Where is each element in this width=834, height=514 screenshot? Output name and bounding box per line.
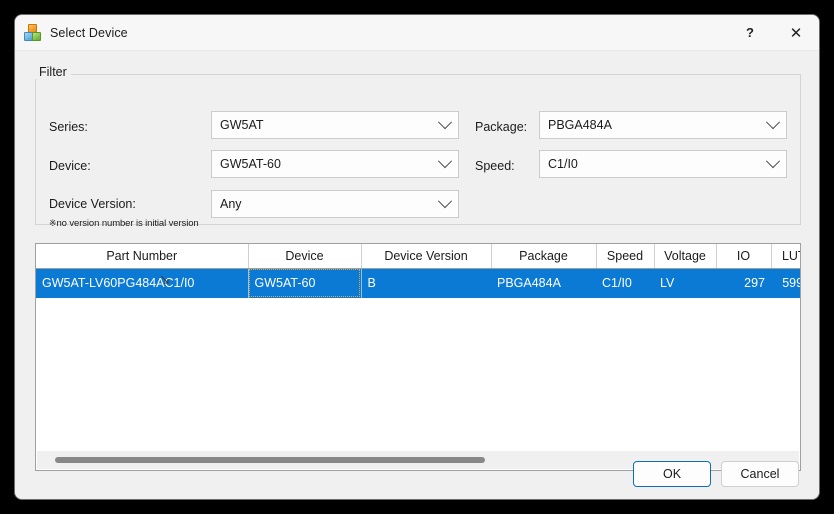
- ok-button[interactable]: OK: [633, 461, 711, 487]
- speed-value: C1/I0: [548, 157, 578, 171]
- device-combobox[interactable]: GW5AT-60: [211, 150, 459, 178]
- column-header-io[interactable]: IO: [716, 244, 772, 269]
- cell-speed[interactable]: C1/I0: [596, 268, 654, 298]
- cell-device[interactable]: GW5AT-60: [247, 268, 362, 298]
- select-device-dialog: Select Device ? ✕ Filter Series: GW5AT D…: [14, 14, 820, 500]
- package-combobox[interactable]: PBGA484A: [539, 111, 787, 139]
- cancel-button[interactable]: Cancel: [721, 461, 799, 487]
- chevron-down-icon: [760, 151, 786, 177]
- device-results-table[interactable]: Part Number Device Device Version Packag…: [35, 243, 801, 471]
- column-header-package[interactable]: Package: [491, 244, 597, 269]
- package-label: Package:: [475, 120, 528, 134]
- chevron-down-icon: [432, 191, 458, 217]
- column-header-lut[interactable]: LUT: [771, 244, 800, 269]
- device-value: GW5AT-60: [220, 157, 281, 171]
- cubes-icon: [24, 23, 42, 42]
- table-row[interactable]: GW5AT-LV60PG484AC1/I0 GW5AT-60 B PBGA484…: [36, 268, 800, 298]
- column-header-device[interactable]: Device: [248, 244, 362, 269]
- cell-device-version[interactable]: B: [361, 268, 491, 298]
- speed-combobox[interactable]: C1/I0: [539, 150, 787, 178]
- window-controls: ? ✕: [727, 15, 819, 50]
- filter-group-label: Filter: [35, 65, 71, 79]
- column-header-part-number[interactable]: Part Number: [36, 244, 249, 269]
- device-version-value: Any: [220, 197, 242, 211]
- results-grid: Part Number Device Device Version Packag…: [36, 244, 800, 298]
- device-version-note: ※no version number is initial version: [49, 218, 199, 229]
- series-label: Series:: [49, 120, 88, 134]
- cell-lut[interactable]: 5990: [771, 268, 800, 298]
- column-header-device-version[interactable]: Device Version: [361, 244, 492, 269]
- column-header-voltage[interactable]: Voltage: [654, 244, 717, 269]
- chevron-down-icon: [432, 112, 458, 138]
- help-button[interactable]: ?: [727, 15, 773, 50]
- cell-io[interactable]: 297: [716, 268, 771, 298]
- window-title: Select Device: [50, 25, 128, 40]
- series-combobox[interactable]: GW5AT: [211, 111, 459, 139]
- speed-label: Speed:: [475, 159, 515, 173]
- chevron-down-icon: [760, 112, 786, 138]
- device-version-label: Device Version:: [49, 197, 136, 211]
- cell-voltage[interactable]: LV: [654, 268, 716, 298]
- device-label: Device:: [49, 159, 91, 173]
- cell-package[interactable]: PBGA484A: [491, 268, 596, 298]
- cell-part-number[interactable]: GW5AT-LV60PG484AC1/I0: [36, 268, 248, 298]
- dialog-body: Filter Series: GW5AT Device: GW5AT-60 De…: [15, 51, 819, 499]
- title-bar: Select Device ? ✕: [15, 15, 819, 51]
- device-version-combobox[interactable]: Any: [211, 190, 459, 218]
- dialog-footer: OK Cancel: [633, 461, 799, 487]
- package-value: PBGA484A: [548, 118, 612, 132]
- table-header-row: Part Number Device Device Version Packag…: [36, 244, 800, 269]
- close-icon[interactable]: ✕: [773, 15, 819, 50]
- device-version-note-text: no version number is initial version: [56, 218, 199, 229]
- column-header-speed[interactable]: Speed: [596, 244, 655, 269]
- horizontal-scrollbar-thumb[interactable]: [55, 457, 485, 463]
- chevron-down-icon: [432, 151, 458, 177]
- series-value: GW5AT: [220, 118, 264, 132]
